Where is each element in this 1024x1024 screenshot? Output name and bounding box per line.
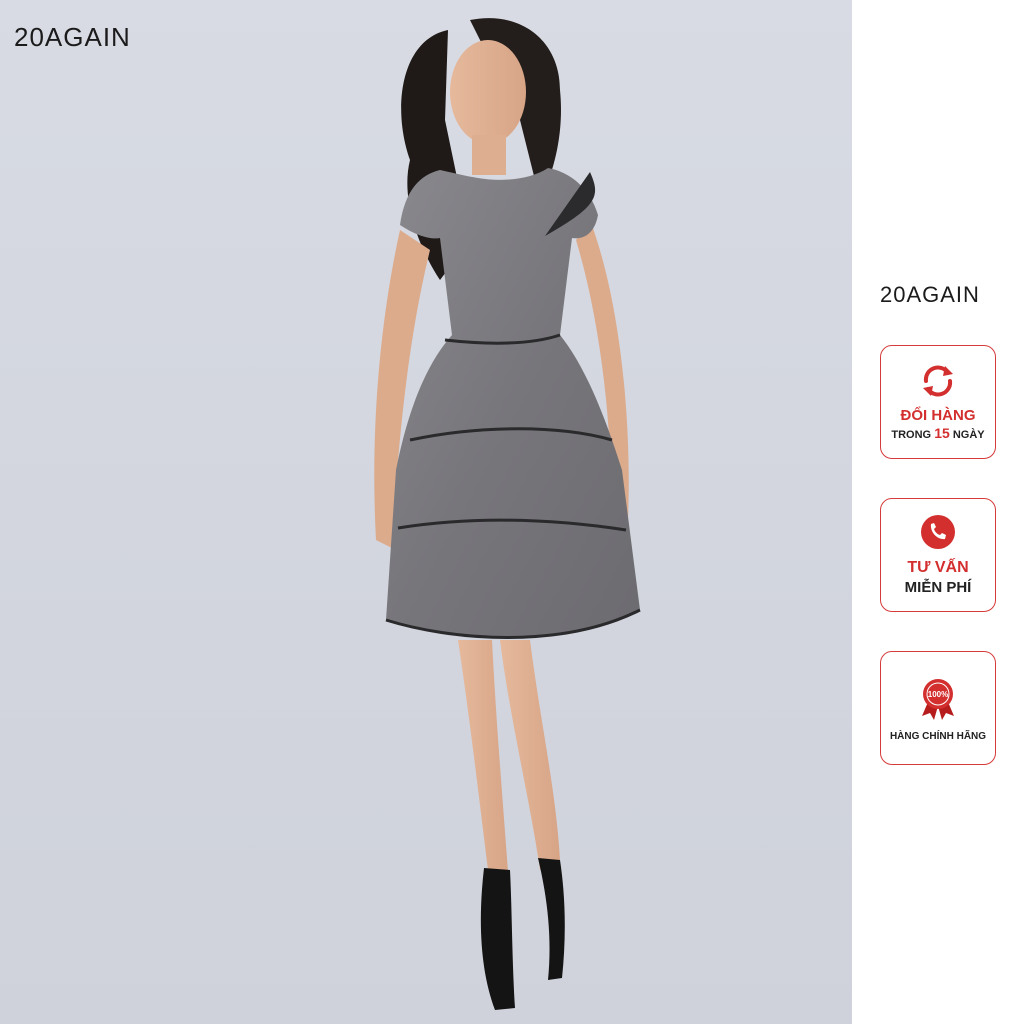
authentic-label: HÀNG CHÍNH HÃNG — [889, 730, 987, 742]
exchange-sub-prefix: TRONG — [891, 429, 932, 441]
right-shoe — [538, 858, 565, 980]
consult-line2: MIỄN PHÍ — [904, 579, 972, 596]
left-leg — [458, 640, 508, 872]
ribbon-seal-icon: 100% — [922, 678, 954, 720]
feature-sidebar: 20AGAIN ĐỔI HÀNG TRONG 15 NGÀY TƯ VẤN MI… — [852, 0, 1024, 1024]
brand-logo-top: 20AGAIN — [14, 22, 131, 52]
exchange-days: 15 — [934, 425, 950, 441]
face — [450, 40, 526, 144]
left-shoe — [480, 868, 515, 1010]
neck — [472, 135, 506, 175]
consult-line1: TƯ VẤN — [907, 559, 969, 576]
exchange-title: ĐỔI HÀNG — [900, 407, 976, 424]
seal-text: 100% — [928, 690, 948, 699]
brand-logo-side: 20AGAIN — [880, 282, 980, 307]
product-photo: 20AGAIN — [0, 0, 852, 1024]
right-leg — [500, 640, 560, 870]
exchange-badge: ĐỔI HÀNG TRONG 15 NGÀY — [880, 345, 996, 459]
authentic-badge: 100% HÀNG CHÍNH HÃNG — [880, 651, 996, 765]
exchange-sub-suffix: NGÀY — [952, 429, 985, 441]
phone-icon — [921, 515, 955, 549]
exchange-subtitle: TRONG 15 NGÀY — [891, 425, 984, 443]
consult-badge: TƯ VẤN MIỄN PHÍ — [880, 498, 996, 612]
model-illustration — [374, 18, 641, 1010]
refresh-icon — [923, 365, 953, 397]
